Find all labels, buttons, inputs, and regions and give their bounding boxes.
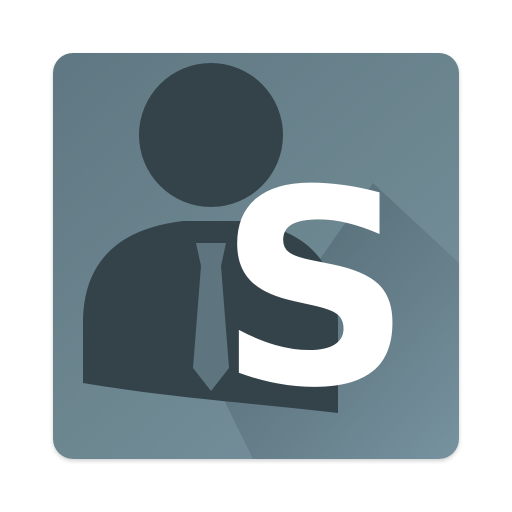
businessman-s-logo-icon: S (83, 63, 459, 459)
icon-canvas: S (0, 0, 512, 512)
app-icon-tile[interactable]: S (53, 53, 459, 459)
letter-s: S (218, 132, 412, 447)
